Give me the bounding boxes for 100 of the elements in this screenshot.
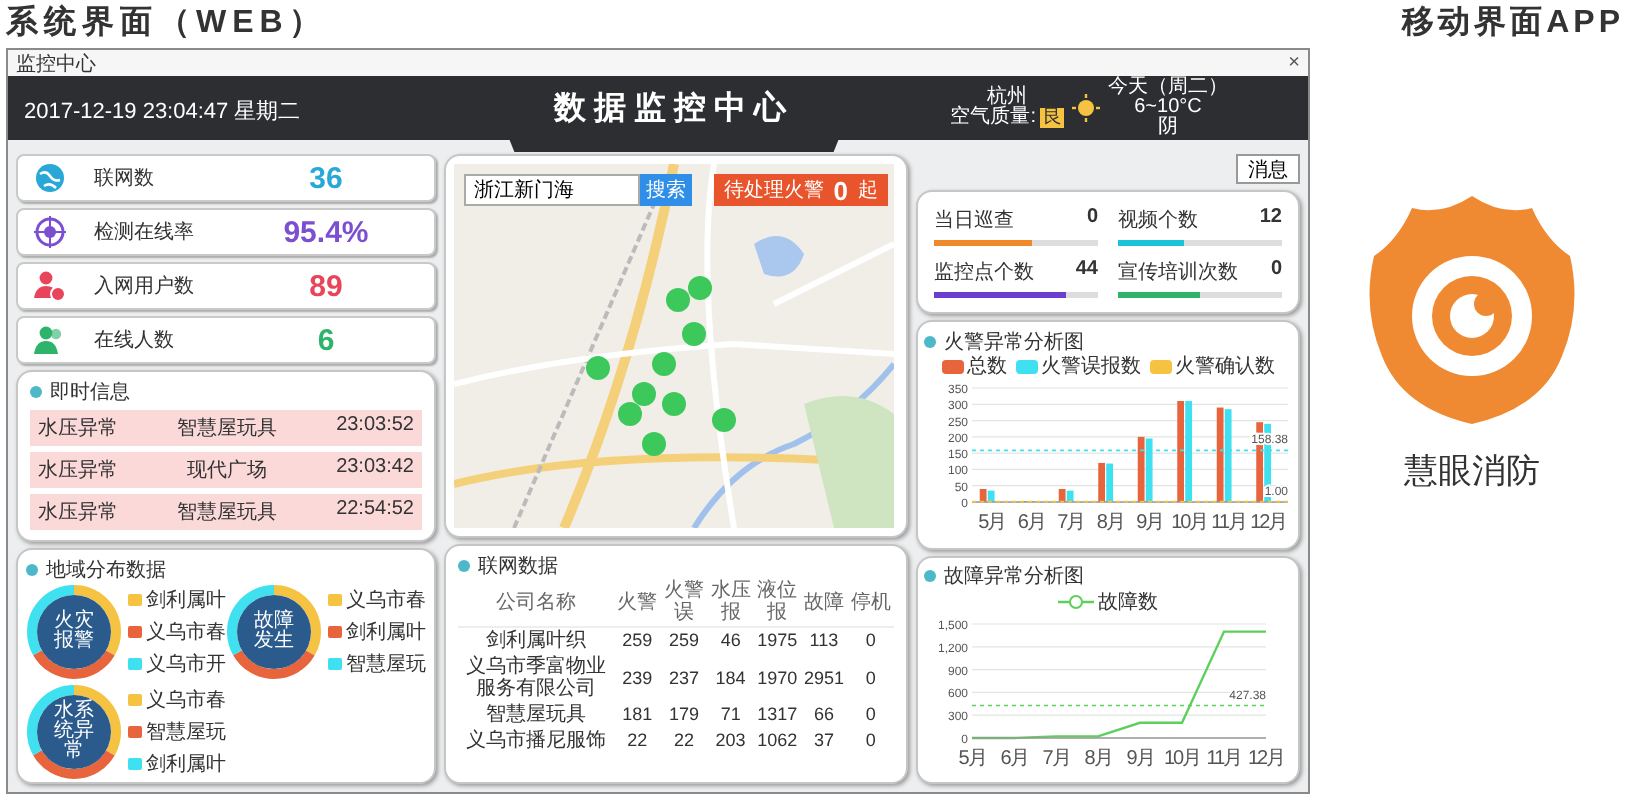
- alarm-label: 待处理火警: [723, 177, 824, 204]
- metric-value: 0: [1086, 206, 1098, 232]
- table-cell: 0: [847, 627, 894, 654]
- alert-type: 水压异常: [38, 457, 118, 484]
- table-cell-text: 179: [666, 702, 701, 728]
- card-title: 地域分布数据: [46, 557, 166, 583]
- legend-label: 智慧屋玩: [346, 651, 426, 678]
- x-tick-label: 5月: [958, 747, 986, 769]
- section-title: 系统界面（WEB）: [6, 2, 329, 44]
- legend-label: 火警误报数: [1041, 353, 1141, 380]
- card-title: 故障异常分析图: [944, 563, 1084, 590]
- stat-value: 95.4%: [281, 215, 371, 249]
- window-title: 监控中心: [16, 51, 96, 77]
- x-tick-label: 12月: [1247, 747, 1285, 769]
- x-tick-label: 6月: [1017, 512, 1045, 534]
- metric-label: 监控点个数: [934, 259, 1034, 286]
- legend-label: 智慧屋玩: [146, 719, 226, 746]
- table-cell-text: 义乌市播尼服饰: [464, 728, 608, 754]
- legend-label: 总数: [967, 353, 1007, 380]
- table-cell-text: 203: [713, 728, 748, 754]
- table-cell: 259: [660, 627, 708, 654]
- stat-value: 89: [307, 269, 345, 303]
- alert-time: 23:03:42: [336, 456, 414, 482]
- stat-value: 36: [307, 161, 345, 195]
- table-cell-text: 22: [671, 728, 696, 754]
- table-cell-text: 0: [863, 702, 878, 728]
- x-tick-label: 9月: [1136, 512, 1164, 534]
- x-tick-label: 12月: [1250, 512, 1287, 534]
- datetime-text: 2017-12-19 23:04:47 星期二: [22, 98, 303, 126]
- table-cell: 46: [707, 627, 754, 654]
- alert-place: 智慧屋玩具: [177, 415, 278, 442]
- legend-label: 义乌市春: [146, 687, 226, 714]
- weather-day: 今天（周二）: [1108, 78, 1228, 98]
- alert-place: 智慧屋玩具: [177, 499, 278, 526]
- legend-label: 义乌市开: [146, 651, 226, 678]
- x-tick-label: 5月: [978, 512, 1006, 534]
- stat-label: 在线人数: [94, 327, 176, 354]
- table-cell-text: 66: [811, 702, 836, 728]
- card-title: 联网数据: [478, 553, 558, 579]
- table-cell: 剑利属叶织: [458, 627, 614, 654]
- table-cell-text: 2951: [801, 665, 846, 691]
- x-tick-label: 6月: [1000, 747, 1028, 769]
- table-cell-text: 239: [620, 665, 655, 691]
- alert-time: 23:03:52: [336, 414, 414, 440]
- table-cell-text: 22: [625, 728, 650, 754]
- donut-label: 火灾报警: [54, 607, 94, 656]
- column-header: 公司名称: [458, 578, 614, 627]
- column-header: 火警: [614, 578, 661, 627]
- stat-label: 联网数: [94, 166, 156, 192]
- column-header: 水压报: [707, 578, 754, 627]
- card-title: 即时信息: [50, 379, 130, 405]
- x-tick-label: 10月: [1163, 747, 1201, 769]
- column-header: 故障: [800, 578, 848, 627]
- alert-type: 水压异常: [38, 415, 118, 442]
- x-tick-label: 11月: [1206, 747, 1242, 769]
- metric-value: 0: [1270, 258, 1282, 284]
- table-cell-text: 义乌市季富物业服务有限公司: [464, 654, 608, 702]
- table-cell-text: 0: [863, 665, 878, 691]
- metric-label: 当日巡查: [934, 207, 1014, 234]
- x-tick-label: 9月: [1126, 747, 1154, 769]
- legend-label: 剑利属叶: [146, 587, 226, 614]
- metric-label: 宣传培训次数: [1118, 259, 1238, 286]
- legend-label: 义乌市春: [146, 619, 226, 646]
- metric-value: 12: [1259, 206, 1282, 232]
- stat-label: 检测在线率: [94, 219, 196, 246]
- legend-label: 义乌市春: [346, 587, 426, 614]
- alarm-unit: 起: [858, 177, 878, 204]
- alert-type: 水压异常: [38, 499, 118, 526]
- x-tick-label: 10月: [1171, 512, 1208, 534]
- column-header: 停机: [847, 578, 894, 627]
- table-cell-text: 智慧屋玩具: [484, 702, 588, 728]
- table-cell-text: 181: [620, 702, 655, 728]
- x-tick-label: 7月: [1042, 747, 1070, 769]
- column-header: 火警误: [660, 578, 708, 627]
- app-name: 慧眼消防: [1404, 450, 1540, 494]
- table-cell: 113: [800, 627, 848, 654]
- metric-value: 44: [1075, 258, 1098, 284]
- air-quality-label: 空气质量:: [950, 108, 1036, 128]
- card-title: 火警异常分析图: [944, 329, 1084, 355]
- table-cell-text: 237: [666, 665, 701, 691]
- x-tick-label: 8月: [1096, 512, 1124, 534]
- donut-label: 故障发生: [254, 607, 294, 656]
- legend-label: 故障数: [1098, 589, 1158, 615]
- legend-label: 剑利属叶: [346, 619, 426, 646]
- legend-label: 剑利属叶: [146, 751, 226, 778]
- stat-label: 入网用户数: [94, 273, 196, 300]
- table-cell: 259: [614, 627, 661, 654]
- table-cell-text: 71: [718, 702, 743, 728]
- table-cell-text: 1975: [755, 628, 800, 654]
- table-cell-text: 37: [811, 728, 836, 754]
- temperature-text: 6~10°C: [1134, 98, 1202, 118]
- donut-label: 水系统异常: [54, 702, 94, 762]
- table-cell-text: 1970: [755, 665, 800, 691]
- alert-place: 现代广场: [187, 457, 268, 484]
- table-cell-text: 1317: [755, 702, 800, 728]
- x-tick-label: 11月: [1211, 512, 1247, 534]
- legend-label: 火警确认数: [1175, 353, 1275, 380]
- city-name: 杭州: [987, 88, 1028, 108]
- x-tick-label: 8月: [1084, 747, 1112, 769]
- column-header: 液位报: [753, 578, 801, 627]
